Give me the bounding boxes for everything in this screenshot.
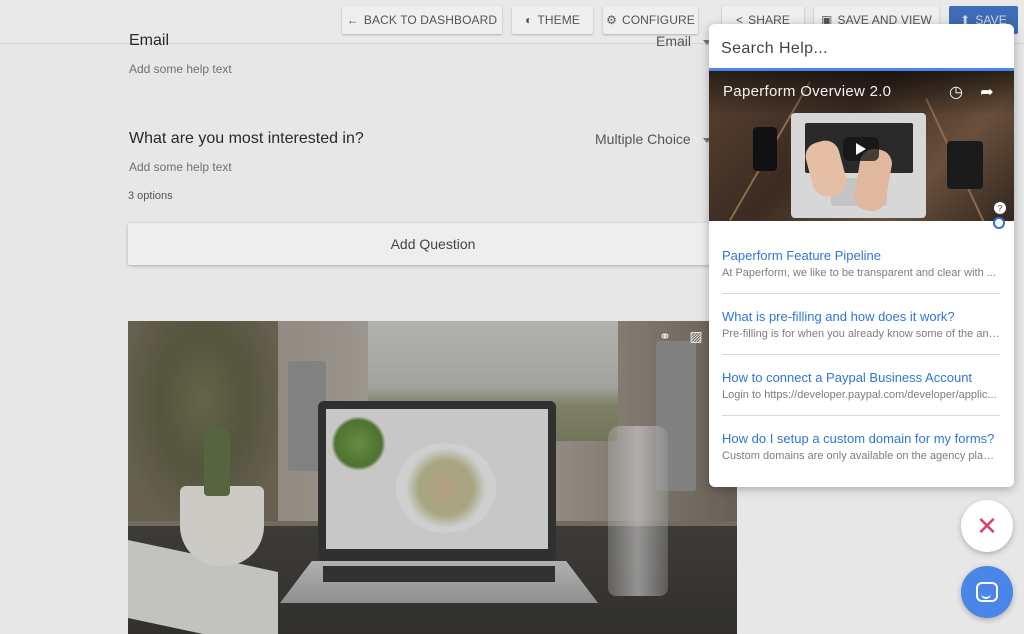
help-panel: Paperform Overview 2.0 ◷ ➦ ? Paperform F… xyxy=(709,24,1014,487)
theme-button[interactable]: ◐ THEME xyxy=(512,6,593,34)
video-title[interactable]: Paperform Overview 2.0 xyxy=(723,83,891,100)
help-article-title[interactable]: How do I setup a custom domain for my fo… xyxy=(722,431,1000,446)
status-dot-icon xyxy=(993,217,1005,229)
divider xyxy=(722,354,1000,355)
help-article-title[interactable]: How to connect a Paypal Business Account xyxy=(722,370,1000,385)
theme-label: THEME xyxy=(537,13,580,27)
back-to-dashboard-label: BACK TO DASHBOARD xyxy=(363,13,498,27)
configure-button[interactable]: ⚙ CONFIGURE xyxy=(603,6,698,34)
question-title-interest[interactable]: What are you most interested in? xyxy=(129,130,364,148)
configure-label: CONFIGURE xyxy=(621,13,695,27)
chat-launcher-button[interactable] xyxy=(961,566,1013,618)
share-arrow-icon[interactable]: ➦ xyxy=(976,81,998,103)
help-article-summary: Custom domains are only available on the… xyxy=(722,450,1000,462)
help-article-item[interactable]: What is pre-filling and how does it work… xyxy=(722,309,1000,340)
help-article-title[interactable]: What is pre-filling and how does it work… xyxy=(722,309,1000,324)
chat-icon xyxy=(976,582,998,602)
help-article-summary: At Paperform, we like to be transparent … xyxy=(722,267,996,279)
divider xyxy=(722,415,1000,416)
close-help-button[interactable]: ✕ xyxy=(961,500,1013,552)
help-text-input-interest[interactable]: Add some help text xyxy=(129,160,232,174)
help-video[interactable]: Paperform Overview 2.0 ◷ ➦ ? xyxy=(709,71,1014,229)
help-article-item[interactable]: Paperform Feature Pipeline At Paperform,… xyxy=(722,248,1000,279)
help-article-summary: Pre-filling is for when you already know… xyxy=(722,328,1000,340)
help-text-input-email[interactable]: Add some help text xyxy=(129,62,232,76)
close-icon: ✕ xyxy=(976,510,998,541)
droplet-icon: ◐ xyxy=(525,13,533,27)
question-title-email[interactable]: Email xyxy=(129,32,169,50)
help-article-summary: Login to https://developer.paypal.com/de… xyxy=(722,389,997,401)
play-button[interactable] xyxy=(843,137,879,161)
options-count[interactable]: 3 options xyxy=(128,190,173,202)
image-icon[interactable]: ▨ xyxy=(687,327,705,345)
clock-icon[interactable]: ◷ xyxy=(945,81,967,103)
help-article-title[interactable]: Paperform Feature Pipeline xyxy=(722,248,1000,263)
link-icon[interactable]: ⚭ xyxy=(656,327,674,345)
gear-icon: ⚙ xyxy=(606,13,617,27)
help-article-item[interactable]: How to connect a Paypal Business Account… xyxy=(722,370,1000,401)
play-icon xyxy=(856,143,866,155)
arrow-left-icon: ← xyxy=(346,13,359,27)
add-question-button[interactable]: Add Question xyxy=(128,223,738,265)
question-type-select-email[interactable]: Email xyxy=(656,33,691,49)
divider xyxy=(722,293,1000,294)
help-search-bar xyxy=(709,24,1014,71)
question-type-select-interest[interactable]: Multiple Choice xyxy=(595,131,691,147)
help-article-item[interactable]: How do I setup a custom domain for my fo… xyxy=(722,431,1000,462)
form-cover-image: ⚭ ▨ xyxy=(128,321,737,634)
help-search-input[interactable] xyxy=(721,37,1001,61)
question-mark-icon[interactable]: ? xyxy=(994,202,1006,214)
back-to-dashboard-button[interactable]: ← BACK TO DASHBOARD xyxy=(342,6,502,34)
